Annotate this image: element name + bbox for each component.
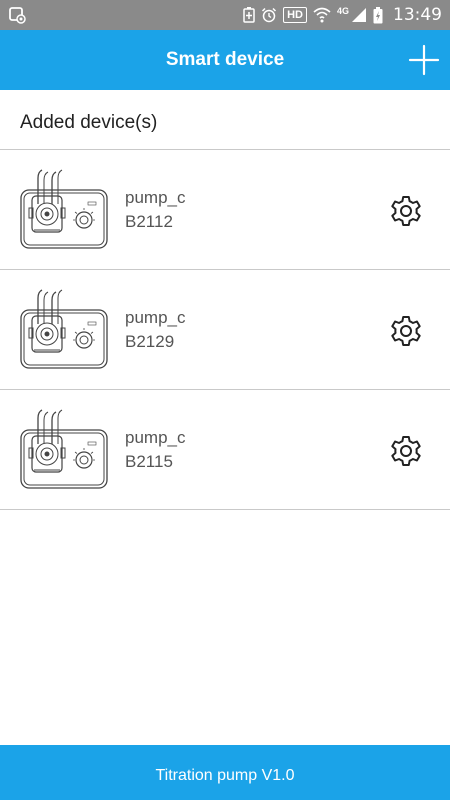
device-serial: B2115 [125,452,173,471]
wifi-icon [313,7,331,23]
clock-time: 13:49 [393,5,442,25]
gear-icon [391,436,421,466]
device-serial: B2112 [125,212,173,231]
battery-charging-icon [373,6,383,23]
screen-record-icon [9,7,26,24]
battery-saver-icon [243,7,255,23]
device-name: pump_c [125,308,186,327]
pump-illustration [20,169,108,249]
device-settings-button[interactable] [388,313,424,349]
device-name: pump_c [125,428,186,447]
network-type-label: 4G [336,6,349,16]
hd-icon: HD [283,7,307,23]
signal-icon [352,8,366,22]
device-settings-button[interactable] [388,433,424,469]
device-settings-button[interactable] [388,193,424,229]
page-title: Smart device [165,49,285,70]
device-row[interactable]: pump_c B2112 [0,150,450,270]
gear-icon [391,196,421,226]
pump-illustration [20,289,108,369]
footer-bar: Titration pump V1.0 [0,745,450,800]
device-serial: B2129 [125,332,175,351]
device-name: pump_c [125,188,186,207]
section-title: Added device(s) [20,112,158,133]
device-row[interactable]: pump_c B2115 [0,390,450,510]
section-header: Added device(s) [0,90,450,150]
alarm-icon [262,7,277,23]
app-bar: Smart device [0,30,450,90]
pump-illustration [20,409,108,489]
device-row[interactable]: pump_c B2129 [0,270,450,390]
add-device-button[interactable] [408,44,440,76]
gear-icon [391,316,421,346]
footer-text: Titration pump V1.0 [155,767,295,784]
device-list: pump_c B2112 pump_c B2129 pump_c B2115 [0,150,450,510]
status-bar: HD 4G 13:49 [0,0,450,30]
plus-icon [408,44,440,76]
